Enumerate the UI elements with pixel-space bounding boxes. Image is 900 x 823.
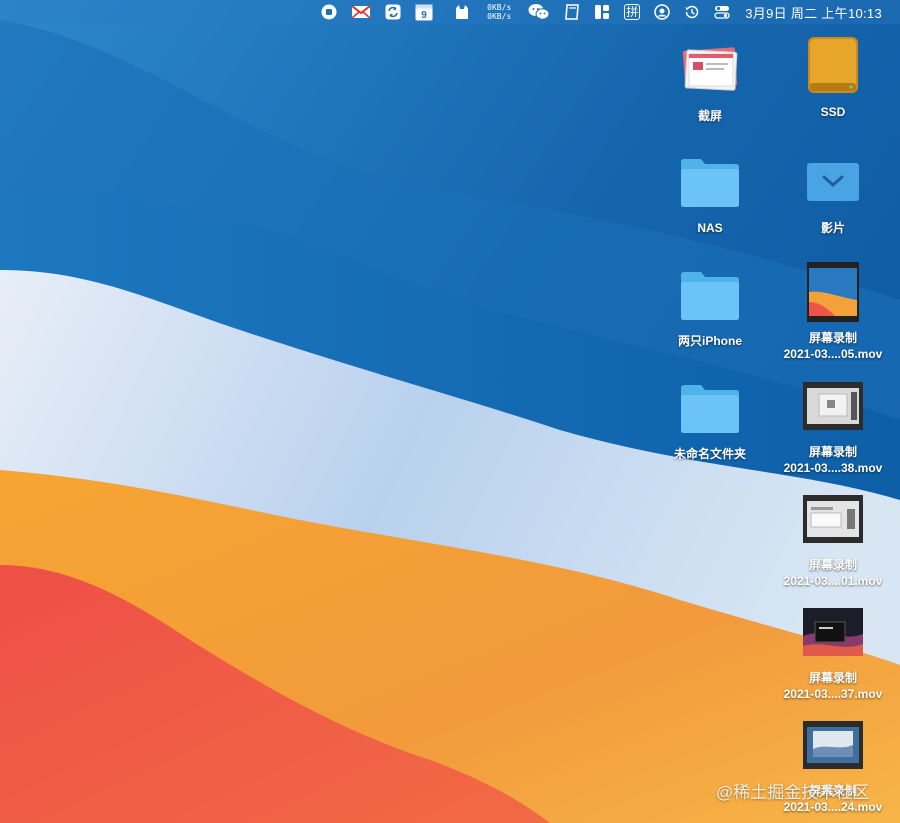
desktop-item-screenshots[interactable]: 截屏 bbox=[650, 38, 770, 124]
desktop-item-label: 屏幕录制 2021-03....05.mov bbox=[784, 330, 883, 362]
file-name: 屏幕录制 bbox=[808, 445, 857, 459]
file-name: 屏幕录制 bbox=[808, 558, 857, 572]
wechat-icon[interactable] bbox=[528, 0, 550, 24]
desktop-item-label: 未命名文件夹 bbox=[673, 447, 746, 461]
screenshot-stack-icon bbox=[678, 38, 742, 102]
desktop-item-label: 屏幕录制 2021-03....37.mov bbox=[784, 670, 883, 702]
desktop-item-label: 截屏 bbox=[697, 109, 722, 123]
calendar-icon[interactable]: 9 bbox=[415, 0, 433, 24]
file-name: 屏幕录制 bbox=[808, 331, 857, 345]
file-sublabel: 2021-03....38.mov bbox=[783, 461, 883, 475]
video-thumbnail-icon bbox=[801, 374, 865, 438]
video-thumbnail-icon bbox=[801, 713, 865, 777]
video-thumbnail-icon bbox=[801, 600, 865, 664]
network-speed: 0KB/s 0KB/s bbox=[487, 3, 511, 21]
sync-icon[interactable] bbox=[385, 0, 401, 24]
folder-icon bbox=[678, 150, 742, 214]
control-center-icon[interactable] bbox=[714, 0, 730, 24]
desktop-item-movies[interactable]: 影片 bbox=[773, 150, 893, 236]
desktop-item-label: NAS bbox=[697, 221, 723, 235]
desktop-item-recording-01[interactable]: 屏幕录制 2021-03....01.mov bbox=[773, 487, 893, 589]
mail-icon[interactable] bbox=[351, 0, 371, 24]
user-circle-icon[interactable] bbox=[654, 0, 671, 24]
file-sublabel: 2021-03....05.mov bbox=[783, 347, 883, 361]
folder-icon bbox=[678, 263, 742, 327]
desktop-item-label: SSD bbox=[820, 105, 846, 119]
folder-icon bbox=[678, 376, 742, 440]
desktop-item-recording-05[interactable]: 屏幕录制 2021-03....05.mov bbox=[773, 260, 893, 362]
desktop-item-label: 影片 bbox=[820, 221, 845, 235]
desktop-item-two-iphone[interactable]: 两只iPhone bbox=[650, 263, 770, 349]
file-sublabel: 2021-03....37.mov bbox=[783, 687, 883, 701]
desktop-item-untitled-folder[interactable]: 未命名文件夹 bbox=[650, 376, 770, 462]
watermark: @稀土掘金技术社区 bbox=[716, 783, 870, 802]
video-thumbnail-icon bbox=[801, 487, 865, 551]
menubar-clock[interactable]: 3月9日 周二 上午10:13 bbox=[745, 3, 882, 22]
cat-icon[interactable] bbox=[454, 0, 470, 24]
input-method-label: 拼 bbox=[624, 4, 641, 20]
net-up: 0KB/s bbox=[487, 3, 512, 12]
calendar-day: 9 bbox=[421, 10, 427, 21]
desktop-item-label: 屏幕录制 2021-03....01.mov bbox=[784, 557, 883, 589]
file-sublabel: 2021-03....01.mov bbox=[783, 574, 883, 588]
layout-icon[interactable] bbox=[594, 0, 610, 24]
desktop-item-recording-38[interactable]: 屏幕录制 2021-03....38.mov bbox=[773, 374, 893, 476]
download-folder-icon bbox=[801, 150, 865, 214]
desktop-item-recording-37[interactable]: 屏幕录制 2021-03....37.mov bbox=[773, 600, 893, 702]
video-thumbnail-icon bbox=[801, 260, 865, 324]
desktop-item-label: 屏幕录制 2021-03....38.mov bbox=[784, 444, 883, 476]
net-down: 0KB/s bbox=[487, 12, 512, 21]
file-name: 屏幕录制 bbox=[808, 671, 857, 685]
desktop-item-label: 两只iPhone bbox=[677, 334, 742, 348]
menu-bar: 9 0KB/s 0KB/s 拼 3月9日 周二 上午10:13 bbox=[0, 0, 900, 24]
stop-circle-icon[interactable] bbox=[321, 0, 337, 24]
desktop-item-nas[interactable]: NAS bbox=[650, 150, 770, 236]
input-method-icon[interactable]: 拼 bbox=[624, 0, 641, 24]
desktop-item-ssd[interactable]: SSD bbox=[773, 34, 893, 120]
notes-icon[interactable] bbox=[564, 0, 580, 24]
time-machine-icon[interactable] bbox=[684, 0, 700, 24]
external-drive-icon bbox=[801, 34, 865, 98]
